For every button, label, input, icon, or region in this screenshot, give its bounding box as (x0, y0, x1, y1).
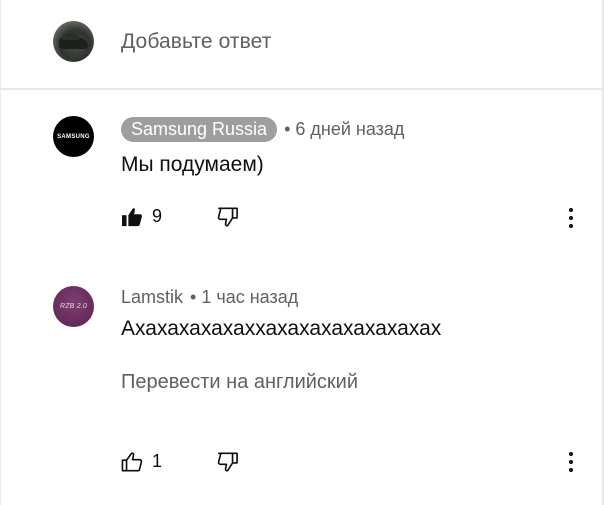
avatar-logo-text: RZB 2.0 (59, 303, 88, 310)
dislike-button[interactable] (217, 452, 239, 472)
avatar-logo-text: SAMSUNG (57, 133, 90, 140)
thumbs-up-filled-icon (122, 207, 142, 226)
comment-actions: 9 (121, 206, 238, 227)
like-count: 1 (152, 451, 163, 471)
more-vertical-icon[interactable] (566, 452, 576, 472)
thumbs-up-outline-icon (121, 451, 143, 471)
comment-actions: 1 (121, 451, 238, 472)
more-vertical-icon[interactable] (566, 208, 576, 228)
thumbs-down-outline-icon (217, 207, 238, 227)
author-avatar[interactable]: SAMSUNG (53, 116, 94, 157)
thumbs-down-outline-icon (217, 452, 238, 472)
current-user-avatar (53, 21, 94, 62)
comment-time[interactable]: 1 час назад (201, 287, 298, 308)
author-avatar[interactable]: RZB 2.0 (53, 286, 94, 327)
like-count: 9 (152, 206, 163, 226)
comment-meta: Lamstik • 1 час назад (121, 285, 298, 309)
author-name[interactable]: Lamstik (121, 285, 183, 309)
comment-time[interactable]: 6 дней назад (295, 119, 404, 140)
dislike-button[interactable] (217, 207, 239, 227)
comment-text: Ахахахахахаххахахахахахахахах (121, 317, 442, 340)
like-button[interactable]: 9 (121, 206, 162, 227)
add-reply-bar[interactable]: Добавьте ответ (0, 0, 602, 90)
comment-meta: Samsung Russia • 6 дней назад (121, 117, 404, 142)
like-button[interactable]: 1 (121, 451, 162, 472)
meta-separator: • (284, 119, 291, 139)
comment-text: Мы подумаем) (121, 153, 264, 176)
translate-link[interactable]: Перевести на английский (121, 371, 358, 394)
meta-separator: • (190, 286, 197, 307)
author-name-badge[interactable]: Samsung Russia (121, 117, 278, 142)
add-reply-input[interactable]: Добавьте ответ (121, 30, 271, 54)
